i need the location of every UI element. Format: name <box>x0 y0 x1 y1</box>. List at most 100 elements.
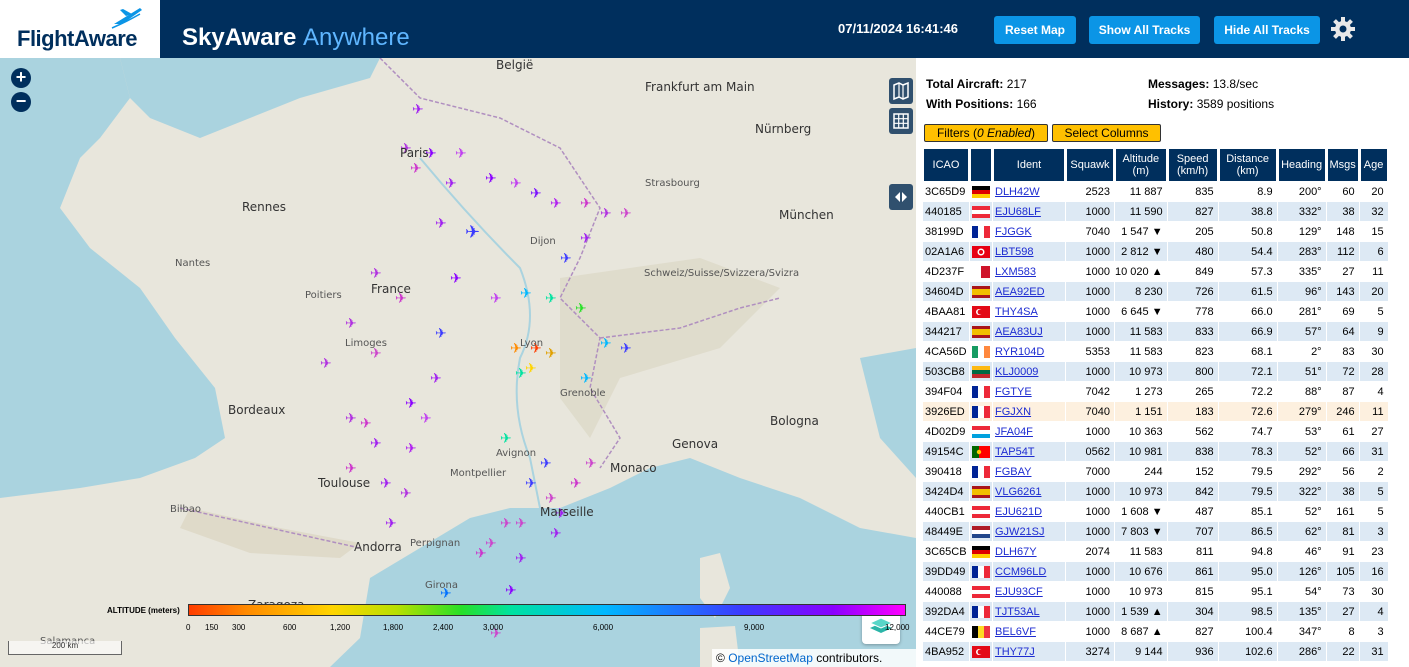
col-altitude[interactable]: Altitude (m) <box>1115 148 1167 182</box>
zoom-in-button[interactable]: + <box>11 68 31 88</box>
cell-squawk: 1000 <box>1066 242 1114 262</box>
col-ident[interactable]: Ident <box>993 148 1065 182</box>
table-row[interactable]: 394F04 FGTYE 7042 1 273 265 72.2 88° 87 4 <box>923 382 1388 402</box>
table-row[interactable]: 392DA4 TJT53AL 1000 1 539 ▲ 304 98.5 135° 27 4 <box>923 602 1388 622</box>
filters-button[interactable]: Filters (0 Enabled) <box>924 124 1048 142</box>
col-heading[interactable]: Heading <box>1277 148 1326 182</box>
map[interactable]: ✈ ✈ ✈ ✈ ✈ ✈ ✈ ✈ ✈ ✈ ✈ ✈ ✈ ✈ ✈ ✈ ✈ ✈ ✈ ✈ … <box>0 58 916 667</box>
ident-link[interactable]: RYR104D <box>995 346 1044 358</box>
ident-link[interactable]: EJU68LF <box>995 206 1041 218</box>
cell-speed: 833 <box>1167 322 1218 342</box>
col-age[interactable]: Age <box>1359 148 1388 182</box>
show-all-tracks-button[interactable]: Show All Tracks <box>1089 16 1200 44</box>
cell-altitude: 1 273 <box>1115 382 1167 402</box>
cell-speed: 835 <box>1167 182 1218 202</box>
ident-link[interactable]: TJT53AL <box>995 606 1040 618</box>
cell-age: 4 <box>1359 602 1388 622</box>
cell-altitude: 244 <box>1115 462 1167 482</box>
svg-text:✈: ✈ <box>530 186 542 202</box>
table-row[interactable]: 3C65CB DLH67Y 2074 11 583 811 94.8 46° 91 23 <box>923 542 1388 562</box>
table-row[interactable]: 344217 AEA83UJ 1000 11 583 833 66.9 57° 64 9 <box>923 322 1388 342</box>
table-row[interactable]: 4CA56D RYR104D 5353 11 583 823 68.1 2° 83 30 <box>923 342 1388 362</box>
col-icao[interactable]: ICAO <box>923 148 969 182</box>
ident-link[interactable]: FJGGK <box>995 226 1032 238</box>
map-toggle-button[interactable] <box>889 78 913 104</box>
table-row[interactable]: 4BAA81 THY4SA 1000 6 645 ▼ 778 66.0 281° 69 5 <box>923 302 1388 322</box>
cell-heading: 281° <box>1277 302 1326 322</box>
zoom-out-button[interactable]: − <box>11 92 31 112</box>
grid-toggle-button[interactable] <box>889 108 913 134</box>
table-row[interactable]: 3424D4 VLG6261 1000 10 973 842 79.5 322° 38 5 <box>923 482 1388 502</box>
total-aircraft-label: Total Aircraft: <box>926 77 1004 91</box>
ident-link[interactable]: EJU93CF <box>995 586 1043 598</box>
table-row[interactable]: 3C65D9 DLH42W 2523 11 887 835 8.9 200° 60 20 <box>923 182 1388 202</box>
cell-altitude: 10 973 <box>1115 482 1167 502</box>
cell-ident: FJGGK <box>993 222 1065 242</box>
cell-heading: 347° <box>1277 622 1326 642</box>
table-row[interactable]: 49154C TAP54T 0562 10 981 838 78.3 52° 66 31 <box>923 442 1388 462</box>
messages-label: Messages: <box>1148 77 1210 91</box>
logo[interactable]: FlightAware <box>0 0 160 58</box>
collapse-panel-button[interactable] <box>889 184 913 210</box>
ident-link[interactable]: GJW21SJ <box>995 526 1045 538</box>
ident-link[interactable]: VLG6261 <box>995 486 1041 498</box>
ident-link[interactable]: BEL6VF <box>995 626 1036 638</box>
cell-distance: 74.7 <box>1218 422 1277 442</box>
cell-ident: TJT53AL <box>993 602 1065 622</box>
cell-distance: 61.5 <box>1218 282 1277 302</box>
ident-link[interactable]: AEA92ED <box>995 286 1045 298</box>
table-row[interactable]: 48449E GJW21SJ 1000 7 803 ▼ 707 86.5 62° 81 3 <box>923 522 1388 542</box>
svg-text:✈: ✈ <box>500 516 512 532</box>
table-row[interactable]: 4D237F LXM583 1000 10 020 ▲ 849 57.3 335° 27 11 <box>923 262 1388 282</box>
label-belgien: België <box>496 58 534 72</box>
ident-link[interactable]: THY4SA <box>995 306 1038 318</box>
ident-link[interactable]: LXM583 <box>995 266 1036 278</box>
reset-map-button[interactable]: Reset Map <box>994 16 1076 44</box>
ident-link[interactable]: FGBAY <box>995 466 1031 478</box>
ident-link[interactable]: FGTYE <box>995 386 1032 398</box>
cell-ident: GJW21SJ <box>993 522 1065 542</box>
svg-text:✈: ✈ <box>385 516 397 532</box>
table-row[interactable]: 4BA952 THY77J 3274 9 144 936 102.6 286° 22 31 <box>923 642 1388 662</box>
select-columns-button[interactable]: Select Columns <box>1052 124 1161 142</box>
cell-msgs: 61 <box>1326 422 1359 442</box>
table-row[interactable]: 34604D AEA92ED 1000 8 230 726 61.5 96° 143 20 <box>923 282 1388 302</box>
openstreetmap-link[interactable]: OpenStreetMap <box>728 651 813 665</box>
table-row[interactable]: 440088 EJU93CF 1000 10 973 815 95.1 54° 73 30 <box>923 582 1388 602</box>
ident-link[interactable]: EJU621D <box>995 506 1042 518</box>
table-row[interactable]: 02A1A6 LBT598 1000 2 812 ▼ 480 54.4 283° 112 6 <box>923 242 1388 262</box>
hide-all-tracks-button[interactable]: Hide All Tracks <box>1214 16 1320 44</box>
table-row[interactable]: 440185 EJU68LF 1000 11 590 827 38.8 332° 38 32 <box>923 202 1388 222</box>
col-msgs[interactable]: Msgs <box>1326 148 1359 182</box>
col-squawk[interactable]: Squawk <box>1066 148 1114 182</box>
ident-link[interactable]: CCM96LD <box>995 566 1046 578</box>
cell-altitude: 1 539 ▲ <box>1115 602 1167 622</box>
table-row[interactable]: 39DD49 CCM96LD 1000 10 676 861 95.0 126° 105 16 <box>923 562 1388 582</box>
ident-link[interactable]: LBT598 <box>995 246 1034 258</box>
table-row[interactable]: 440CB1 EJU621D 1000 1 608 ▼ 487 85.1 52° 161 5 <box>923 502 1388 522</box>
table-row[interactable]: 44CE79 BEL6VF 1000 8 687 ▲ 827 100.4 347° 8 3 <box>923 622 1388 642</box>
ident-link[interactable]: THY77J <box>995 646 1035 658</box>
cell-speed: 849 <box>1167 262 1218 282</box>
ident-link[interactable]: TAP54T <box>995 446 1035 458</box>
col-distance[interactable]: Distance (km) <box>1218 148 1277 182</box>
cell-icao: 4BA952 <box>923 642 969 662</box>
gear-icon[interactable] <box>1330 16 1356 42</box>
table-row[interactable]: 390418 FGBAY 7000 244 152 79.5 292° 56 2 <box>923 462 1388 482</box>
col-flag[interactable] <box>970 148 992 182</box>
ident-link[interactable]: JFA04F <box>995 426 1033 438</box>
table-row[interactable]: 38199D FJGGK 7040 1 547 ▼ 205 50.8 129° 148 15 <box>923 222 1388 242</box>
col-speed[interactable]: Speed (km/h) <box>1167 148 1218 182</box>
ident-link[interactable]: DLH42W <box>995 186 1040 198</box>
ident-link[interactable]: FGJXN <box>995 406 1031 418</box>
ident-link[interactable]: KLJ0009 <box>995 366 1038 378</box>
cell-altitude: 11 590 <box>1115 202 1167 222</box>
label-marseille: Marseille <box>540 505 594 519</box>
cell-msgs: 69 <box>1326 302 1359 322</box>
ident-link[interactable]: AEA83UJ <box>995 326 1043 338</box>
flag-tr-icon <box>970 302 992 322</box>
table-row[interactable]: 3926ED FGJXN 7040 1 151 183 72.6 279° 246 11 <box>923 402 1388 422</box>
ident-link[interactable]: DLH67Y <box>995 546 1037 558</box>
table-row[interactable]: 4D02D9 JFA04F 1000 10 363 562 74.7 53° 61 27 <box>923 422 1388 442</box>
table-row[interactable]: 503CB8 KLJ0009 1000 10 973 800 72.1 51° 72 28 <box>923 362 1388 382</box>
